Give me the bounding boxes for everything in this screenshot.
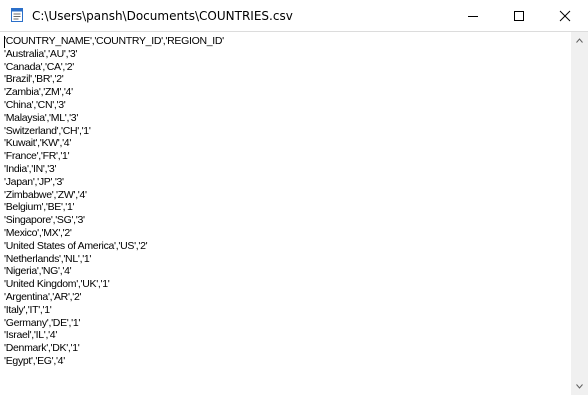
text-line[interactable]: 'Mexico','MX','2' <box>4 227 564 240</box>
text-line[interactable]: 'Netherlands','NL','1' <box>4 253 564 266</box>
text-line[interactable]: 'Zimbabwe','ZW','4' <box>4 189 564 202</box>
text-content[interactable]: 'COUNTRY_NAME','COUNTRY_ID','REGION_ID' '… <box>4 35 564 393</box>
text-line[interactable]: 'Brazil','BR','2' <box>4 73 564 86</box>
title-bar[interactable]: C:\Users\pansh\Documents\COUNTRIES.csv <box>0 0 588 31</box>
text-line[interactable]: 'Denmark','DK','1' <box>4 342 564 355</box>
text-line[interactable]: 'China','CN','3' <box>4 99 564 112</box>
minimize-icon <box>468 16 478 17</box>
text-caret <box>4 36 5 48</box>
scroll-down-button[interactable] <box>571 378 588 395</box>
text-line[interactable]: 'United Kingdom','UK','1' <box>4 278 564 291</box>
notepad-icon[interactable] <box>9 7 25 23</box>
text-line[interactable]: 'France','FR','1' <box>4 150 564 163</box>
text-line[interactable]: 'Nigeria','NG','4' <box>4 265 564 278</box>
text-line[interactable]: 'Italy','IT','1' <box>4 304 564 317</box>
chevron-down-icon <box>576 384 583 389</box>
close-button[interactable] <box>542 0 588 31</box>
notepad-window: C:\Users\pansh\Documents\COUNTRIES.csv '… <box>0 0 588 395</box>
text-line[interactable]: 'United States of America','US','2' <box>4 240 564 253</box>
scroll-up-button[interactable] <box>571 32 588 49</box>
window-title: C:\Users\pansh\Documents\COUNTRIES.csv <box>32 9 293 23</box>
text-line[interactable]: 'Belgium','BE','1' <box>4 201 564 214</box>
minimize-button[interactable] <box>450 0 496 31</box>
text-line[interactable]: 'Singapore','SG','3' <box>4 214 564 227</box>
text-line[interactable]: 'Egypt','EG','4' <box>4 355 564 368</box>
maximize-button[interactable] <box>496 0 542 31</box>
text-line[interactable]: 'Canada','CA','2' <box>4 61 564 74</box>
text-line[interactable]: 'India','IN','3' <box>4 163 564 176</box>
text-line[interactable]: 'Switzerland','CH','1' <box>4 125 564 138</box>
close-icon <box>559 10 571 22</box>
text-line[interactable]: 'Kuwait','KW','4' <box>4 137 564 150</box>
text-line[interactable]: 'Australia','AU','3' <box>4 48 564 61</box>
text-line[interactable]: 'Japan','JP','3' <box>4 176 564 189</box>
text-line[interactable]: 'Israel','IL','4' <box>4 329 564 342</box>
vertical-scrollbar[interactable] <box>571 32 588 395</box>
text-line[interactable]: 'Argentina','AR','2' <box>4 291 564 304</box>
text-line[interactable]: 'Zambia','ZM','4' <box>4 86 564 99</box>
text-line[interactable]: 'Malaysia','ML','3' <box>4 112 564 125</box>
maximize-icon <box>514 11 524 21</box>
text-line[interactable]: 'COUNTRY_NAME','COUNTRY_ID','REGION_ID' <box>4 35 564 48</box>
text-line[interactable]: 'Germany','DE','1' <box>4 317 564 330</box>
editor-area[interactable]: 'COUNTRY_NAME','COUNTRY_ID','REGION_ID' '… <box>0 31 588 395</box>
chevron-up-icon <box>576 38 583 43</box>
